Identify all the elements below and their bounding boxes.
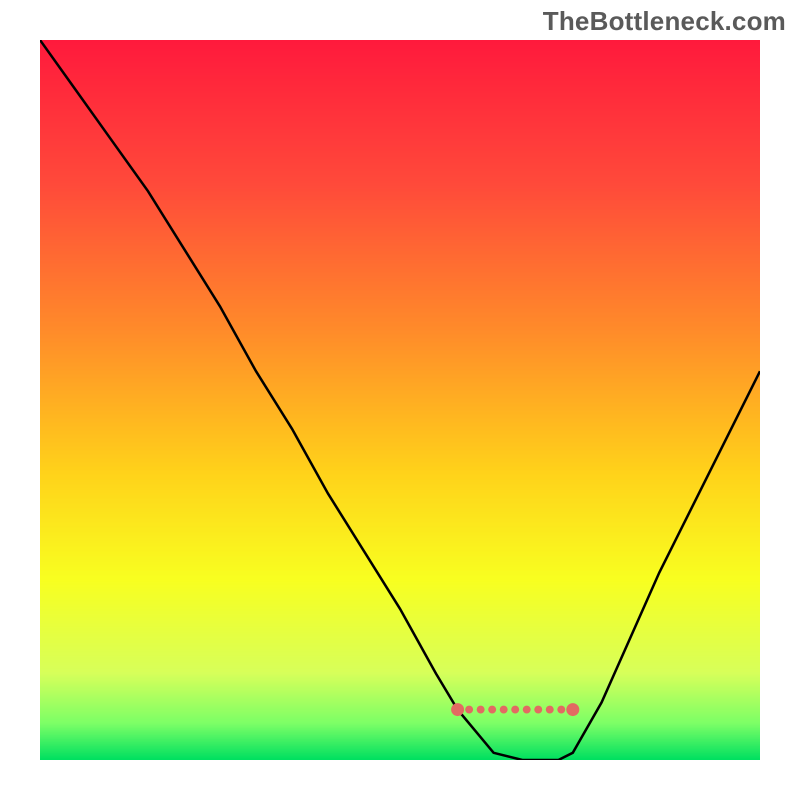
flat-optimal-band-dots bbox=[451, 703, 579, 716]
plot-area bbox=[40, 40, 760, 760]
optimal-band-dot bbox=[465, 706, 473, 714]
optimal-band-dot bbox=[451, 703, 464, 716]
bottleneck-curve-path bbox=[40, 40, 760, 760]
curve-layer bbox=[40, 40, 760, 760]
optimal-band-dot bbox=[511, 706, 519, 714]
optimal-band-dot bbox=[500, 706, 508, 714]
optimal-band-dot bbox=[488, 706, 496, 714]
optimal-band-dot bbox=[534, 706, 542, 714]
optimal-band-dot bbox=[523, 706, 531, 714]
optimal-band-dot bbox=[566, 703, 579, 716]
optimal-band-dot bbox=[557, 706, 565, 714]
optimal-band-dot bbox=[477, 706, 485, 714]
chart-frame: TheBottleneck.com bbox=[0, 0, 800, 800]
optimal-band-dot bbox=[546, 706, 554, 714]
watermark-text: TheBottleneck.com bbox=[543, 6, 786, 37]
